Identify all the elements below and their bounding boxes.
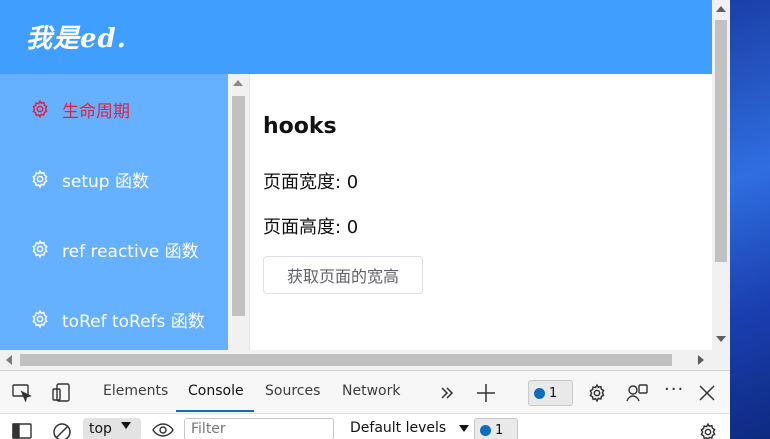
customize-devtools-icon[interactable] bbox=[626, 383, 648, 403]
scroll-up-arrow-icon[interactable] bbox=[233, 80, 243, 86]
console-settings-gear-icon[interactable] bbox=[698, 422, 718, 439]
page-horizontal-scrollbar[interactable] bbox=[0, 350, 712, 370]
scroll-up-arrow-icon[interactable] bbox=[716, 6, 726, 12]
get-size-button[interactable]: 获取页面的宽高 bbox=[263, 256, 423, 294]
context-selector-value: top bbox=[89, 421, 112, 437]
tab-sources[interactable]: Sources bbox=[265, 383, 320, 399]
devtools-tabbar: Elements Console Sources Network 1 ··· bbox=[0, 371, 730, 414]
console-toolbar: top Default levels 1 bbox=[0, 414, 730, 439]
gear-icon bbox=[32, 169, 48, 189]
active-tab-indicator bbox=[176, 410, 254, 412]
page-height-text: 页面高度: 0 bbox=[263, 217, 359, 238]
scrollbar-thumb[interactable] bbox=[20, 354, 672, 366]
chevron-down-icon bbox=[458, 424, 469, 432]
gear-icon bbox=[32, 239, 48, 259]
device-emulation-icon[interactable] bbox=[52, 383, 74, 403]
sidebar-scrollbar[interactable] bbox=[228, 74, 250, 350]
more-tabs-chevron-icon[interactable] bbox=[440, 386, 454, 400]
gear-icon bbox=[32, 309, 48, 329]
page-viewport: 我是ed. 生命周期 setup 函数 ref reactive 函数 toRe… bbox=[0, 0, 712, 350]
log-levels-label: Default levels bbox=[350, 420, 447, 436]
messages-badge[interactable]: 1 bbox=[528, 380, 573, 406]
console-messages-count: 1 bbox=[495, 422, 504, 438]
settings-gear-icon[interactable] bbox=[587, 383, 607, 403]
sidebar-item-toref-torefs[interactable]: toRef toRefs 函数 bbox=[30, 301, 205, 337]
close-icon[interactable] bbox=[699, 385, 715, 401]
scrollbar-corner bbox=[712, 350, 730, 370]
app-header: 我是ed. bbox=[0, 0, 712, 74]
message-bubble-icon bbox=[480, 424, 491, 436]
sidebar-item-setup[interactable]: setup 函数 bbox=[30, 161, 149, 197]
devtools-panel: Elements Console Sources Network 1 ··· t… bbox=[0, 370, 730, 439]
gear-icon bbox=[32, 99, 48, 119]
sidebar-item-label: toRef toRefs 函数 bbox=[62, 311, 205, 332]
add-tab-plus-icon[interactable] bbox=[476, 383, 496, 403]
sidebar-toggle-icon[interactable] bbox=[12, 423, 32, 439]
page-vertical-scrollbar[interactable] bbox=[712, 0, 730, 350]
tab-elements[interactable]: Elements bbox=[103, 383, 168, 399]
sidebar-item-ref-reactive[interactable]: ref reactive 函数 bbox=[30, 231, 199, 267]
tab-console[interactable]: Console bbox=[188, 383, 244, 399]
scroll-down-arrow-icon[interactable] bbox=[716, 336, 726, 342]
console-filter-input[interactable] bbox=[184, 418, 334, 439]
scroll-right-arrow-icon[interactable] bbox=[698, 355, 704, 365]
main-content: hooks 页面宽度: 0 页面高度: 0 获取页面的宽高 bbox=[250, 74, 712, 350]
app-logo: 我是ed. bbox=[26, 24, 127, 54]
chevron-down-icon bbox=[121, 422, 131, 429]
more-options-icon[interactable]: ··· bbox=[664, 379, 684, 400]
page-width-text: 页面宽度: 0 bbox=[263, 172, 359, 193]
context-selector[interactable]: top bbox=[83, 418, 141, 439]
browser-window: 我是ed. 生命周期 setup 函数 ref reactive 函数 toRe… bbox=[0, 0, 730, 439]
scrollbar-thumb[interactable] bbox=[232, 96, 245, 316]
clear-console-icon[interactable] bbox=[52, 422, 72, 439]
sidebar-item-label: setup 函数 bbox=[62, 171, 149, 192]
console-messages-badge[interactable]: 1 bbox=[474, 418, 518, 439]
sidebar-item-label: ref reactive 函数 bbox=[62, 241, 199, 262]
inspect-element-icon[interactable] bbox=[12, 384, 32, 402]
live-expression-eye-icon[interactable] bbox=[152, 423, 174, 437]
sidebar-item-label: 生命周期 bbox=[62, 101, 130, 122]
messages-count: 1 bbox=[549, 385, 558, 401]
message-bubble-icon bbox=[534, 387, 545, 399]
sidebar-item-lifecycle[interactable]: 生命周期 bbox=[30, 91, 130, 127]
scrollbar-thumb[interactable] bbox=[715, 20, 727, 262]
sidebar-menu: 生命周期 setup 函数 ref reactive 函数 toRef toRe… bbox=[0, 74, 228, 350]
page-title: hooks bbox=[263, 114, 337, 139]
log-levels-dropdown[interactable]: Default levels bbox=[350, 420, 469, 436]
desktop-background bbox=[730, 0, 770, 439]
tab-network[interactable]: Network bbox=[342, 383, 400, 399]
scroll-left-arrow-icon[interactable] bbox=[6, 355, 12, 365]
